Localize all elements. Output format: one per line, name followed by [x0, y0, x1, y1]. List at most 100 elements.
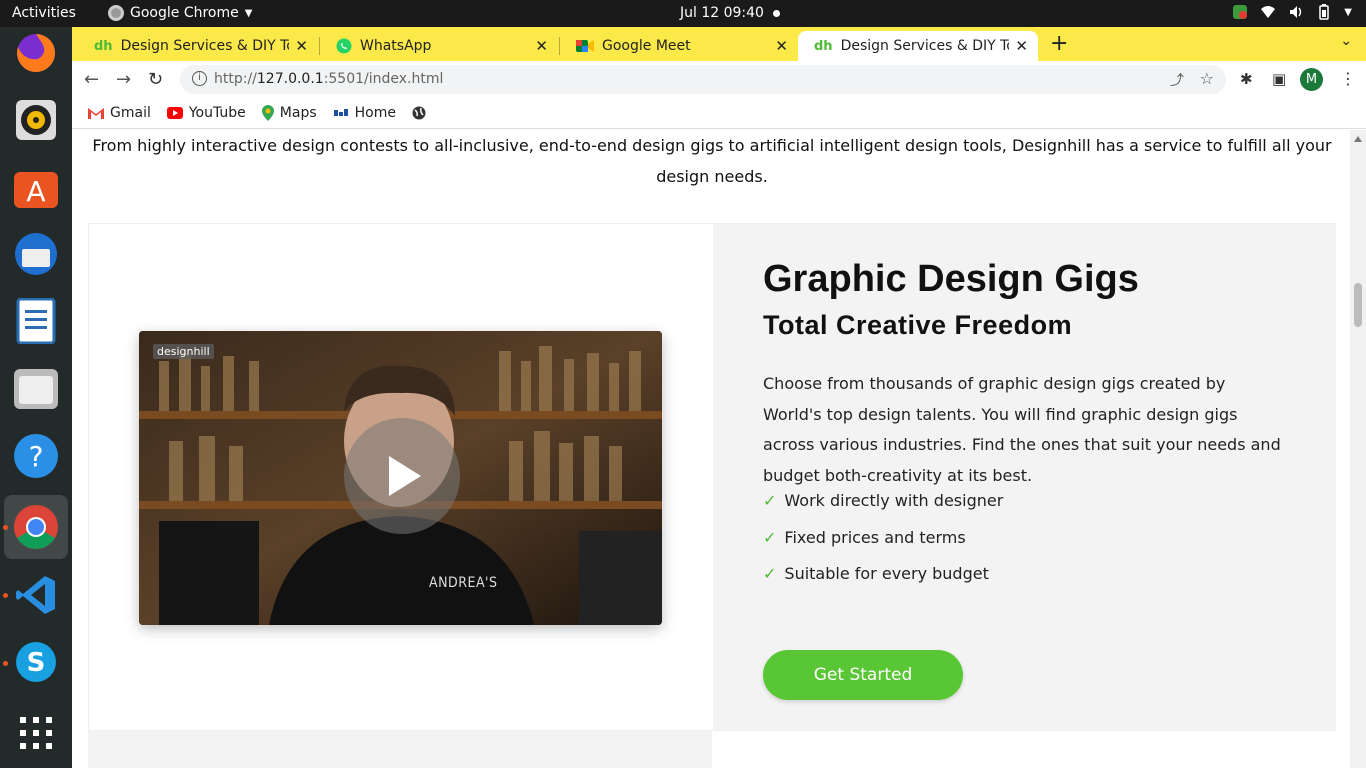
tab-whatsapp[interactable]: WhatsApp ✕	[320, 31, 558, 61]
list-item: ✓ Suitable for every budget	[763, 564, 1003, 601]
play-icon[interactable]	[344, 418, 460, 534]
bookmark-label: Home	[354, 105, 396, 121]
avatar[interactable]: M	[1300, 68, 1323, 91]
system-top-bar: Activities Google Chrome ▼ Jul 12 09:40 …	[0, 0, 1366, 27]
rhythmbox-icon[interactable]	[12, 96, 60, 144]
designhill-watermark: designhill	[153, 344, 214, 359]
list-item: ✓ Fixed prices and terms	[763, 528, 1003, 565]
close-icon[interactable]: ✕	[1015, 37, 1028, 55]
running-indicator	[3, 525, 8, 530]
tab-title: Design Services & DIY Too	[840, 38, 1010, 54]
checkmark-icon: ✓	[763, 491, 777, 510]
card-media: designhill ANDREA'S	[89, 224, 713, 730]
star-icon[interactable]: ☆	[1200, 69, 1214, 88]
dock: A ? S	[0, 27, 72, 768]
bookmark-label: Maps	[279, 105, 317, 121]
system-tray[interactable]: ▼	[1232, 4, 1352, 20]
close-icon[interactable]: ✕	[775, 37, 788, 55]
page-scrollbar[interactable]	[1350, 130, 1366, 768]
browser-toolbar: ← → ↻ i http://127.0.0.1:5501/index.html…	[72, 61, 1366, 98]
google-meet-icon	[576, 40, 594, 52]
writer-icon[interactable]	[12, 297, 60, 345]
new-tab-button[interactable]: +	[1050, 31, 1068, 56]
gmail-icon	[88, 108, 104, 119]
feature-text: Work directly with designer	[784, 491, 1004, 510]
wifi-icon	[1261, 6, 1276, 18]
url-text[interactable]: http://127.0.0.1:5501/index.html	[214, 71, 443, 87]
bookmark-globe[interactable]	[412, 106, 426, 120]
back-arrow-icon[interactable]: ←	[84, 69, 99, 90]
kebab-menu-icon[interactable]: ⋮	[1340, 69, 1356, 88]
files-icon[interactable]	[12, 365, 60, 413]
chevron-down-icon[interactable]: ⌄	[1340, 33, 1352, 49]
video-player[interactable]: designhill ANDREA'S	[139, 331, 662, 625]
section-title: Graphic Design Gigs	[763, 258, 1139, 300]
page-viewport: From highly interactive design contests …	[72, 130, 1350, 768]
scroll-up-arrow-icon[interactable]	[1354, 136, 1362, 142]
side-panel-icon[interactable]: ▣	[1272, 70, 1286, 88]
app-center-icon[interactable]: A	[12, 163, 60, 211]
tab-designhill-active[interactable]: dh Design Services & DIY Too ✕	[798, 31, 1038, 61]
intro-text: From highly interactive design contests …	[92, 136, 1332, 186]
close-icon[interactable]: ✕	[535, 37, 548, 55]
section-description: Choose from thousands of graphic design …	[763, 374, 1281, 485]
running-indicator	[3, 593, 8, 598]
bookmarks-bar: Gmail YouTube Maps Home	[72, 98, 1366, 129]
volume-icon	[1290, 6, 1302, 18]
feature-text: Fixed prices and terms	[784, 527, 966, 547]
clock[interactable]: Jul 12 09:40	[680, 5, 764, 21]
running-indicator	[3, 661, 8, 666]
tab-title: Google Meet	[602, 38, 691, 54]
help-icon[interactable]: ?	[12, 432, 60, 480]
address-bar[interactable]: i http://127.0.0.1:5501/index.html ⤴ ☆	[180, 65, 1226, 94]
extensions-puzzle-icon[interactable]: ✱	[1240, 70, 1253, 88]
next-section-preview	[88, 731, 712, 768]
bookmark-home[interactable]: Home	[333, 105, 396, 121]
card-content: Graphic Design Gigs Total Creative Freed…	[713, 224, 1336, 730]
tab-title: WhatsApp	[360, 38, 432, 54]
youtube-icon	[166, 107, 183, 119]
thunderbird-icon[interactable]	[12, 230, 60, 278]
globe-icon	[412, 106, 426, 120]
chrome-icon	[108, 5, 124, 21]
activities-button[interactable]: Activities	[12, 5, 76, 21]
whatsapp-icon	[336, 38, 352, 54]
shield-update-icon	[1233, 5, 1248, 19]
shirt-logo-text: ANDREA'S	[429, 575, 498, 591]
info-icon[interactable]: i	[192, 71, 207, 86]
share-icon[interactable]: ⤴	[1170, 70, 1184, 90]
firefox-icon[interactable]	[12, 29, 60, 77]
app-menu[interactable]: Google Chrome ▼	[108, 5, 252, 21]
tab-designhill-1[interactable]: dh Design Services & DIY Too ✕	[78, 31, 318, 61]
app-menu-label: Google Chrome	[130, 5, 239, 21]
bookmark-gmail[interactable]: Gmail	[88, 105, 151, 121]
checkmark-icon: ✓	[763, 564, 777, 583]
svg-text:?: ?	[29, 440, 44, 473]
list-item: ✓ Work directly with designer	[763, 491, 1003, 528]
bookmark-youtube[interactable]: YouTube	[166, 105, 246, 121]
feature-text: Suitable for every budget	[784, 564, 989, 583]
checkmark-icon: ✓	[763, 527, 777, 547]
vscode-icon[interactable]	[12, 571, 60, 619]
chevron-down-icon: ▼	[244, 7, 253, 19]
scrollbar-thumb[interactable]	[1354, 283, 1362, 327]
get-started-button[interactable]: Get Started	[763, 650, 963, 700]
feature-list: ✓ Work directly with designer ✓ Fixed pric…	[763, 491, 1003, 601]
notification-dot	[773, 10, 780, 17]
skype-icon[interactable]: S	[12, 638, 60, 686]
bookmark-label: Gmail	[110, 105, 151, 121]
show-apps-grid-icon[interactable]	[12, 709, 60, 757]
designhill-favicon: dh	[814, 38, 833, 54]
chrome-icon[interactable]	[12, 503, 60, 551]
home-favicon	[333, 109, 348, 116]
tab-strip: dh Design Services & DIY Too ✕ WhatsApp …	[72, 27, 1366, 61]
bookmark-maps[interactable]: Maps	[261, 105, 317, 121]
tab-google-meet[interactable]: Google Meet ✕	[560, 31, 798, 61]
section-subtitle: Total Creative Freedom	[763, 310, 1073, 340]
battery-icon	[1319, 4, 1330, 20]
reload-icon[interactable]: ↻	[148, 69, 163, 90]
close-icon[interactable]: ✕	[295, 37, 308, 55]
service-card: designhill ANDREA'S Graphic Design Gigs …	[88, 223, 1336, 731]
forward-arrow-icon[interactable]: →	[116, 69, 131, 90]
designhill-favicon: dh	[94, 38, 113, 54]
